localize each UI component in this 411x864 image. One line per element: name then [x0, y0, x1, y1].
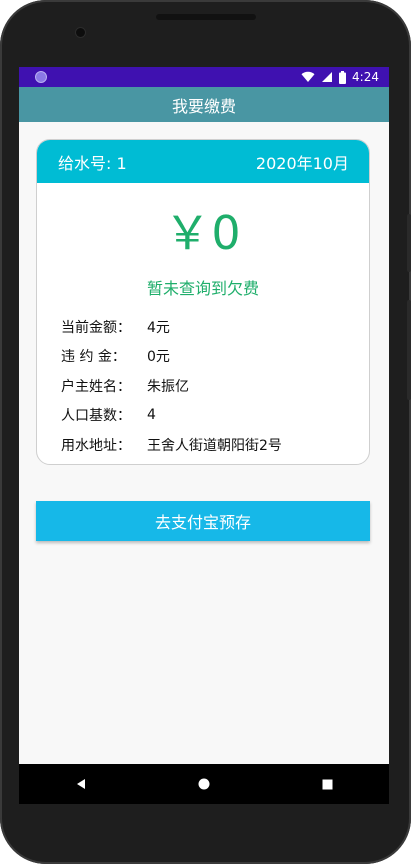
detail-value: 0元	[147, 349, 170, 366]
detail-value: 王舍人街道朝阳街2号	[147, 437, 282, 454]
app-screen: 4:24 我要缴费 给水号: 1 2020年10月 ￥0 暂未查询到欠费 当前金…	[19, 67, 389, 764]
detail-value: 朱振亿	[147, 378, 189, 395]
alipay-prepay-button[interactable]: 去支付宝预存	[36, 501, 370, 541]
status-right-group: 4:24	[301, 67, 379, 87]
detail-row-household-size: 人口基数： 4	[61, 401, 369, 431]
front-camera	[76, 28, 85, 37]
earpiece-speaker	[156, 14, 256, 20]
wifi-icon	[301, 71, 315, 82]
detail-value: 4	[147, 407, 156, 424]
system-nav-bar	[19, 764, 389, 804]
home-icon	[198, 778, 210, 790]
power-button	[407, 214, 411, 272]
account-number: 给水号: 1	[58, 153, 127, 173]
amount-status-note: 暂未查询到欠费	[146, 279, 259, 298]
detail-label: 人口基数：	[61, 408, 131, 425]
detail-row-owner-name: 户主姓名： 朱振亿	[61, 371, 369, 401]
status-time: 4:24	[352, 70, 379, 84]
detail-label: 违 约 金：	[61, 349, 126, 366]
back-icon	[76, 779, 85, 789]
recents-icon	[322, 779, 333, 789]
detail-label: 用水地址：	[61, 437, 131, 454]
nav-home-button[interactable]	[184, 764, 224, 804]
signal-icon	[322, 72, 333, 82]
detail-row-address: 用水地址： 王舍人街道朝阳街2号	[61, 430, 369, 460]
bill-card: 给水号: 1 2020年10月 ￥0 暂未查询到欠费 当前金额： 4元 违 约 …	[36, 139, 370, 465]
volume-button	[407, 300, 411, 400]
detail-label: 当前金额：	[61, 319, 131, 336]
detail-label: 户主姓名：	[61, 378, 131, 395]
billing-period: 2020年10月	[255, 153, 349, 173]
status-bar: 4:24	[19, 67, 389, 87]
detail-row-current-amount: 当前金额： 4元	[61, 312, 369, 342]
app-notification-icon	[35, 71, 47, 83]
amount-due: ￥0	[164, 206, 242, 260]
nav-recents-button[interactable]	[307, 764, 347, 804]
page-title: 我要缴费	[171, 96, 236, 116]
app-bar: 我要缴费	[19, 87, 389, 122]
battery-icon	[339, 70, 347, 84]
detail-value: 4元	[147, 319, 170, 336]
card-header: 给水号: 1 2020年10月	[37, 140, 369, 183]
bill-details: 当前金额： 4元 违 约 金： 0元 户主姓名： 朱振亿 人口基数： 4 用水地…	[37, 312, 369, 460]
nav-back-button[interactable]	[61, 764, 101, 804]
detail-row-penalty: 违 约 金： 0元	[61, 342, 369, 372]
